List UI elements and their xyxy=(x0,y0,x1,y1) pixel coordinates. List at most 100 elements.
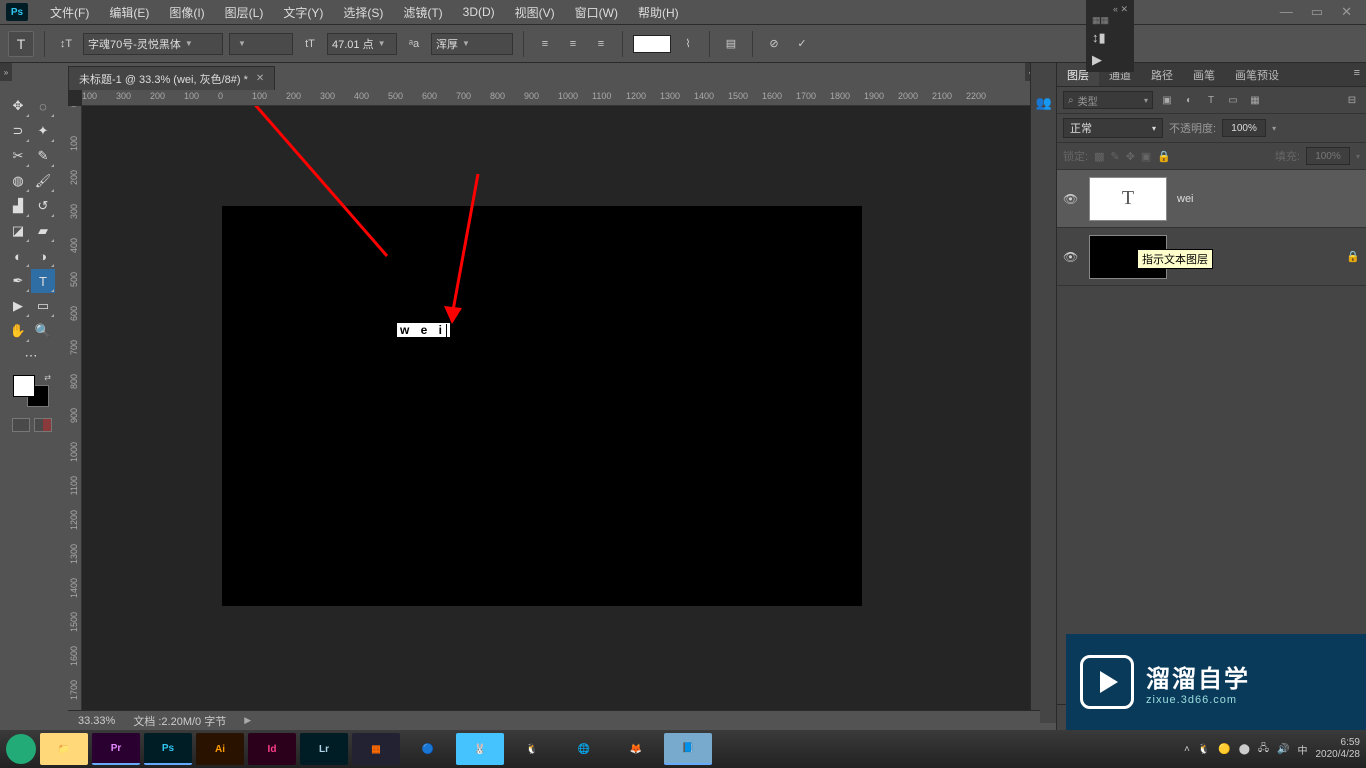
stamp-tool[interactable]: ▟ xyxy=(6,194,30,218)
filter-smart-icon[interactable]: ▦ xyxy=(1247,92,1263,108)
type-tool[interactable]: T xyxy=(31,269,55,293)
patch-tool[interactable]: ◍ xyxy=(6,169,30,193)
filter-image-icon[interactable]: ▣ xyxy=(1159,92,1175,108)
menu-window[interactable]: 窗口(W) xyxy=(565,4,628,21)
filter-adjust-icon[interactable]: ◐ xyxy=(1181,92,1197,108)
taskbar-id[interactable]: Id xyxy=(248,733,296,765)
menu-help[interactable]: 帮助(H) xyxy=(628,4,689,21)
canvas[interactable]: w e i xyxy=(222,206,862,606)
quick-mask-toggle[interactable] xyxy=(12,418,52,432)
taskbar-dl[interactable]: 🔵 xyxy=(404,733,452,765)
gradient-tool[interactable]: ▰ xyxy=(31,219,55,243)
doc-info[interactable]: 文档 :2.20M/0 字节 xyxy=(133,713,226,729)
menu-filter[interactable]: 滤镜(T) xyxy=(393,4,452,21)
layer-filter-combo[interactable]: ⌕类型▾ xyxy=(1063,91,1153,109)
fg-color[interactable] xyxy=(13,375,35,397)
status-arrow-icon[interactable]: ▶ xyxy=(244,715,251,726)
filter-shape-icon[interactable]: ▭ xyxy=(1225,92,1241,108)
marquee-tool[interactable]: ◌ xyxy=(31,94,55,118)
taskbar-explorer[interactable]: 📁 xyxy=(40,733,88,765)
panel-menu-icon[interactable]: ≡ xyxy=(1348,63,1366,86)
tray-icon-2[interactable]: 🟡 xyxy=(1218,744,1230,755)
visibility-icon[interactable]: 👁 xyxy=(1063,250,1079,264)
menu-3d[interactable]: 3D(D) xyxy=(453,5,505,19)
font-size-combo[interactable]: 47.01 点▼ xyxy=(327,33,397,55)
taskbar-firefox[interactable]: 🦊 xyxy=(612,733,660,765)
move-tool[interactable]: ✥ xyxy=(6,94,30,118)
layer-thumb-text[interactable]: T xyxy=(1089,177,1167,221)
font-family-combo[interactable]: 字魂70号-灵悦黑体▼ xyxy=(83,33,223,55)
strip-icon-1[interactable]: 👥 xyxy=(1031,89,1057,117)
menu-type[interactable]: 文字(Y) xyxy=(273,4,333,21)
document-tab[interactable]: 未标题-1 @ 33.3% (wei, 灰色/8#) * ✕ xyxy=(68,66,275,90)
menu-view[interactable]: 视图(V) xyxy=(505,4,565,21)
taskbar-pr[interactable]: Pr xyxy=(92,733,140,765)
zoom-tool[interactable]: 🔍 xyxy=(31,319,55,343)
menu-image[interactable]: 图像(I) xyxy=(159,4,214,21)
taskbar-browser[interactable] xyxy=(6,734,36,764)
tray-vol-icon[interactable]: 🔊 xyxy=(1277,744,1289,755)
menu-select[interactable]: 选择(S) xyxy=(333,4,393,21)
blend-mode-combo[interactable]: 正常▾ xyxy=(1063,118,1163,138)
eyedropper-tool[interactable]: ✎ xyxy=(31,144,55,168)
filter-type-icon[interactable]: T xyxy=(1203,92,1219,108)
lasso-tool[interactable]: ⊃ xyxy=(6,119,30,143)
dodge-tool[interactable]: ◑ xyxy=(31,244,55,268)
floating-panel-handle[interactable]: « ✕ ▦▦ ↕▮ ▶ xyxy=(1086,0,1134,72)
history-brush-tool[interactable]: ↺ xyxy=(31,194,55,218)
lock-trans-icon[interactable]: ▩ xyxy=(1094,150,1104,163)
tray-up-icon[interactable]: ˄ xyxy=(1184,744,1190,755)
taskbar-lr[interactable]: Lr xyxy=(300,733,348,765)
expand-left-icon[interactable]: » xyxy=(0,63,12,81)
paragraph-panel-icon[interactable]: ▤ xyxy=(720,33,742,55)
tray-icon-1[interactable]: 🐧 xyxy=(1198,744,1210,755)
edit-toolbar[interactable]: ⋯ xyxy=(6,344,56,368)
lock-paint-icon[interactable]: ✎ xyxy=(1110,150,1119,163)
menu-edit[interactable]: 编辑(E) xyxy=(99,4,159,21)
commit-icon[interactable]: ✓ xyxy=(791,33,813,55)
shape-tool[interactable]: ▭ xyxy=(31,294,55,318)
align-center-icon[interactable]: ≡ xyxy=(562,33,584,55)
antialias-combo[interactable]: 浑厚▼ xyxy=(431,33,513,55)
visibility-icon[interactable]: 👁 xyxy=(1063,192,1079,206)
taskbar-edit[interactable]: ▦ xyxy=(352,733,400,765)
tray-clock[interactable]: 6:59 2020/4/28 xyxy=(1316,737,1361,761)
tab-paths[interactable]: 路径 xyxy=(1141,63,1183,86)
menu-layer[interactable]: 图层(L) xyxy=(215,4,274,21)
taskbar-app1[interactable]: 🐰 xyxy=(456,733,504,765)
font-style-combo[interactable]: ▼ xyxy=(229,33,293,55)
text-orientation-icon[interactable]: ↕T xyxy=(55,33,77,55)
pen-tool[interactable]: ✒ xyxy=(6,269,30,293)
wand-tool[interactable]: ✦ xyxy=(31,119,55,143)
lock-artboard-icon[interactable]: ▣ xyxy=(1141,150,1151,163)
maximize-button[interactable]: ▭ xyxy=(1311,4,1323,20)
swap-colors-icon[interactable]: ⇄ xyxy=(44,373,51,382)
lock-all-icon[interactable]: 🔒 xyxy=(1157,150,1171,163)
tray-net-icon[interactable]: 🖧 xyxy=(1258,741,1269,758)
zoom-level[interactable]: 33.33% xyxy=(78,715,115,727)
menu-file[interactable]: 文件(F) xyxy=(40,4,99,21)
opacity-value[interactable]: 100% xyxy=(1222,119,1266,137)
tab-brush[interactable]: 画笔 xyxy=(1183,63,1225,86)
color-swatches[interactable]: ⇄ xyxy=(11,373,51,409)
layer-text-item[interactable]: 👁 T wei xyxy=(1057,170,1366,228)
taskbar-ps[interactable]: Ps xyxy=(144,733,192,765)
tab-brush-presets[interactable]: 画笔预设 xyxy=(1225,63,1289,86)
minimize-button[interactable]: — xyxy=(1280,4,1293,20)
hand-tool[interactable]: ✋ xyxy=(6,319,30,343)
cancel-icon[interactable]: ⊘ xyxy=(763,33,785,55)
tool-preset-icon[interactable]: T xyxy=(8,31,34,57)
fill-value[interactable]: 100% xyxy=(1306,147,1350,165)
crop-tool[interactable]: ✂ xyxy=(6,144,30,168)
close-button[interactable]: ✕ xyxy=(1341,4,1352,20)
lock-pos-icon[interactable]: ✥ xyxy=(1126,150,1135,163)
brush-tool[interactable]: 🖌 xyxy=(31,169,55,193)
text-color-swatch[interactable] xyxy=(633,35,671,53)
close-tab-icon[interactable]: ✕ xyxy=(256,73,264,84)
align-right-icon[interactable]: ≡ xyxy=(590,33,612,55)
taskbar-chrome[interactable]: 🌐 xyxy=(560,733,608,765)
eraser-tool[interactable]: ◪ xyxy=(6,219,30,243)
text-selection[interactable]: w e i xyxy=(397,323,450,337)
taskbar-ai[interactable]: Ai xyxy=(196,733,244,765)
path-select-tool[interactable]: ▶ xyxy=(6,294,30,318)
